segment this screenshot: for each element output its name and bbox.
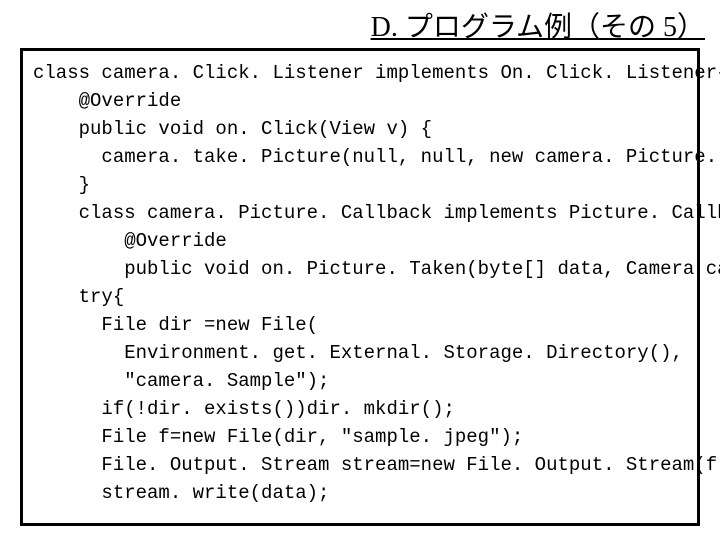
code-line: Environment. get. External. Storage. Dir… — [33, 339, 687, 367]
code-line: File. Output. Stream stream=new File. Ou… — [33, 451, 687, 479]
code-line: File dir =new File( — [33, 311, 687, 339]
code-line: "camera. Sample"); — [33, 367, 687, 395]
code-line: } — [33, 171, 687, 199]
code-line: stream. write(data); — [33, 479, 687, 507]
code-line: @Override — [33, 87, 687, 115]
code-line: public void on. Picture. Taken(byte[] da… — [33, 255, 687, 283]
code-line: if(!dir. exists())dir. mkdir(); — [33, 395, 687, 423]
code-line: try{ — [33, 283, 687, 311]
code-line: camera. take. Picture(null, null, new ca… — [33, 143, 687, 171]
code-line: File f=new File(dir, "sample. jpeg"); — [33, 423, 687, 451]
code-line: public void on. Click(View v) { — [33, 115, 687, 143]
code-line: @Override — [33, 227, 687, 255]
code-container: class camera. Click. Listener implements… — [20, 48, 700, 526]
slide-title: D. プログラム例（その 5） — [0, 5, 705, 45]
code-line: class camera. Click. Listener implements… — [33, 59, 687, 87]
code-line: class camera. Picture. Callback implemen… — [33, 199, 687, 227]
slide: D. プログラム例（その 5） class camera. Click. Lis… — [0, 0, 720, 540]
